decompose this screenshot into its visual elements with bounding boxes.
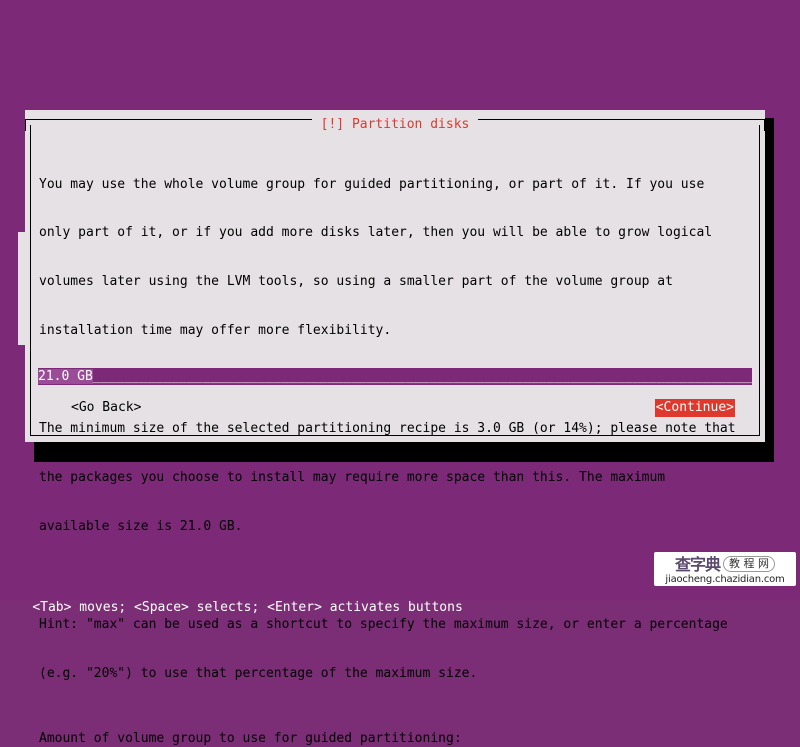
- input-prompt-label: Amount of volume group to use for guided…: [39, 730, 462, 746]
- input-fill[interactable]: ________________________________________…: [93, 369, 752, 384]
- paragraph-line: volumes later using the LVM tools, so us…: [39, 274, 673, 290]
- watermark-url-text: jiaocheng.chazidian.com: [665, 573, 785, 585]
- volume-group-amount-input[interactable]: 21.0 GB_________________________________…: [38, 368, 752, 385]
- keyboard-hint-status-bar: <Tab> moves; <Space> selects; <Enter> ac…: [0, 584, 800, 615]
- dialog-body: You may use the whole volume group for g…: [39, 144, 751, 746]
- paragraph-line: The minimum size of the selected partiti…: [39, 421, 736, 437]
- paragraph-line: the packages you choose to install may r…: [39, 469, 666, 485]
- dialog-title: [!] Partition disks: [320, 117, 470, 132]
- titlebar-rule-right: [478, 119, 765, 131]
- watermark: 查字典 教 程 网 jiaocheng.chazidian.com: [654, 552, 796, 586]
- dialog-titlebar: [!] Partition disks: [25, 110, 765, 132]
- partition-disks-dialog: [!] Partition disks You may use the whol…: [25, 110, 765, 746]
- paragraph-volume-group-usage: You may use the whole volume group for g…: [39, 144, 751, 372]
- paragraph-line: You may use the whole volume group for g…: [39, 176, 705, 192]
- watermark-brand-text: 查字典: [674, 554, 721, 574]
- paragraph-line: (e.g. "20%") to use that percentage of t…: [39, 665, 478, 681]
- installer-screen: [!] Partition disks You may use the whol…: [0, 0, 800, 746]
- paragraph-line: only part of it, or if you add more disk…: [39, 225, 713, 241]
- status-bar-text: <Tab> moves; <Space> selects; <Enter> ac…: [32, 600, 463, 615]
- watermark-brand-row: 查字典 教 程 网: [675, 555, 775, 574]
- continue-button[interactable]: <Continue>: [654, 399, 735, 417]
- input-value[interactable]: 21.0 GB: [38, 369, 93, 384]
- watermark-badge-text: 教 程 网: [723, 556, 775, 572]
- paragraph-line: Hint: "max" can be used as a shortcut to…: [39, 616, 728, 632]
- go-back-button[interactable]: <Go Back>: [71, 399, 141, 417]
- paragraph-line: available size is 21.0 GB.: [39, 518, 243, 534]
- paragraph-line: installation time may offer more flexibi…: [39, 323, 392, 339]
- dialog-button-row: <Go Back> <Continue>: [25, 399, 765, 417]
- titlebar-rule-left: [25, 119, 312, 131]
